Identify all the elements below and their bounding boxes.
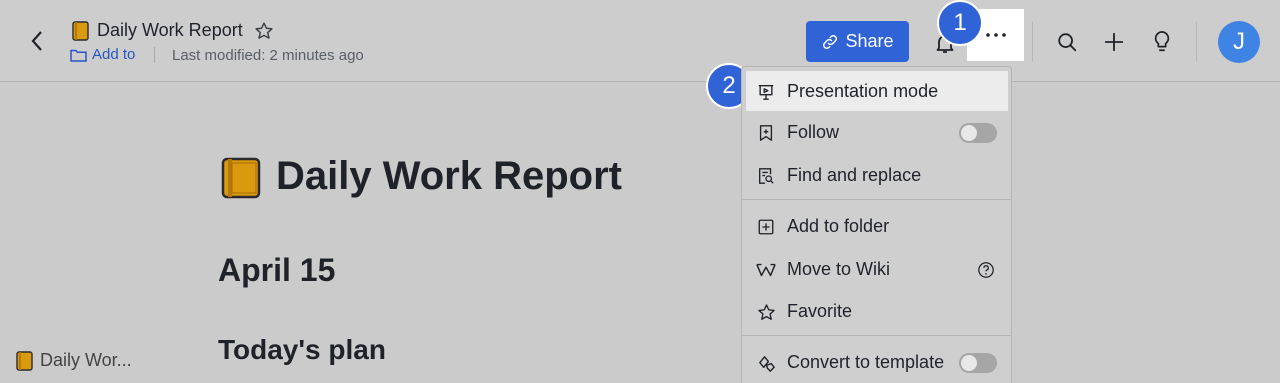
menu-item-label: Follow	[787, 121, 840, 142]
share-label: Share	[845, 31, 894, 51]
avatar[interactable]: J	[1218, 21, 1260, 63]
bookmark-icon	[756, 123, 776, 143]
lightbulb-icon	[1154, 31, 1170, 52]
menu-item-presentation-mode[interactable]: Presentation mode	[746, 71, 1008, 111]
top-bar: Daily Work Report Add to Last modified: …	[0, 0, 1280, 82]
follow-toggle[interactable]	[959, 123, 997, 143]
plan-heading: Today's plan	[218, 334, 386, 365]
document-title: Daily Work Report	[276, 154, 622, 198]
folder-icon	[70, 49, 87, 62]
add-folder-icon	[756, 217, 776, 237]
doc-title: Daily Work Report	[97, 20, 243, 40]
menu-item-label: Add to folder	[787, 215, 890, 236]
menu-divider	[742, 199, 1011, 200]
menu-item-follow[interactable]: Follow	[742, 112, 1011, 152]
search-icon	[1058, 33, 1077, 52]
presentation-icon	[756, 82, 776, 102]
template-icon	[756, 353, 776, 373]
last-modified-text: Last modified: 2 minutes ago	[172, 47, 364, 64]
menu-item-find-replace[interactable]: Find and replace	[742, 155, 1011, 195]
menu-item-label: Convert to template	[787, 351, 945, 372]
date-heading: April 15	[218, 252, 336, 288]
menu-item-label: Find and replace	[787, 164, 922, 185]
search-button[interactable]	[1055, 30, 1079, 54]
divider	[1196, 22, 1197, 62]
menu-item-convert-to-template[interactable]: Convert to template	[742, 342, 1011, 382]
menu-divider	[742, 335, 1011, 336]
outline-item-label: Daily Wor...	[40, 350, 132, 370]
link-icon	[823, 34, 838, 49]
star-icon	[756, 302, 776, 322]
menu-item-label: Favorite	[787, 300, 853, 321]
ideas-button[interactable]	[1150, 30, 1174, 54]
more-horizontal-icon	[985, 33, 1006, 37]
template-toggle[interactable]	[959, 353, 997, 373]
add-to-button[interactable]: Add to	[70, 46, 135, 63]
notebook-icon	[72, 21, 89, 41]
step-marker-1: 1	[937, 0, 983, 46]
create-button[interactable]	[1102, 30, 1126, 54]
chevron-left-icon	[31, 31, 42, 51]
star-icon[interactable]	[254, 21, 274, 41]
help-icon[interactable]	[977, 261, 995, 279]
more-options-menu: Presentation mode Follow Find and replac…	[741, 66, 1012, 383]
menu-item-favorite[interactable]: Favorite	[742, 291, 1011, 331]
divider	[154, 47, 155, 63]
menu-item-label: Move to Wiki	[787, 258, 891, 279]
menu-item-label: Presentation mode	[787, 80, 939, 101]
notebook-icon	[16, 350, 33, 371]
share-button[interactable]: Share	[806, 21, 909, 62]
notebook-icon	[221, 157, 261, 199]
back-button[interactable]	[26, 28, 48, 54]
menu-item-add-to-folder[interactable]: Add to folder	[742, 206, 1011, 246]
find-replace-icon	[756, 166, 776, 186]
plus-icon	[1104, 32, 1124, 52]
divider	[1032, 22, 1033, 62]
outline-item[interactable]: Daily Wor...	[16, 350, 132, 371]
add-to-label: Add to	[92, 46, 136, 63]
menu-item-move-to-wiki[interactable]: Move to Wiki	[742, 249, 1011, 289]
wiki-icon	[756, 260, 776, 280]
